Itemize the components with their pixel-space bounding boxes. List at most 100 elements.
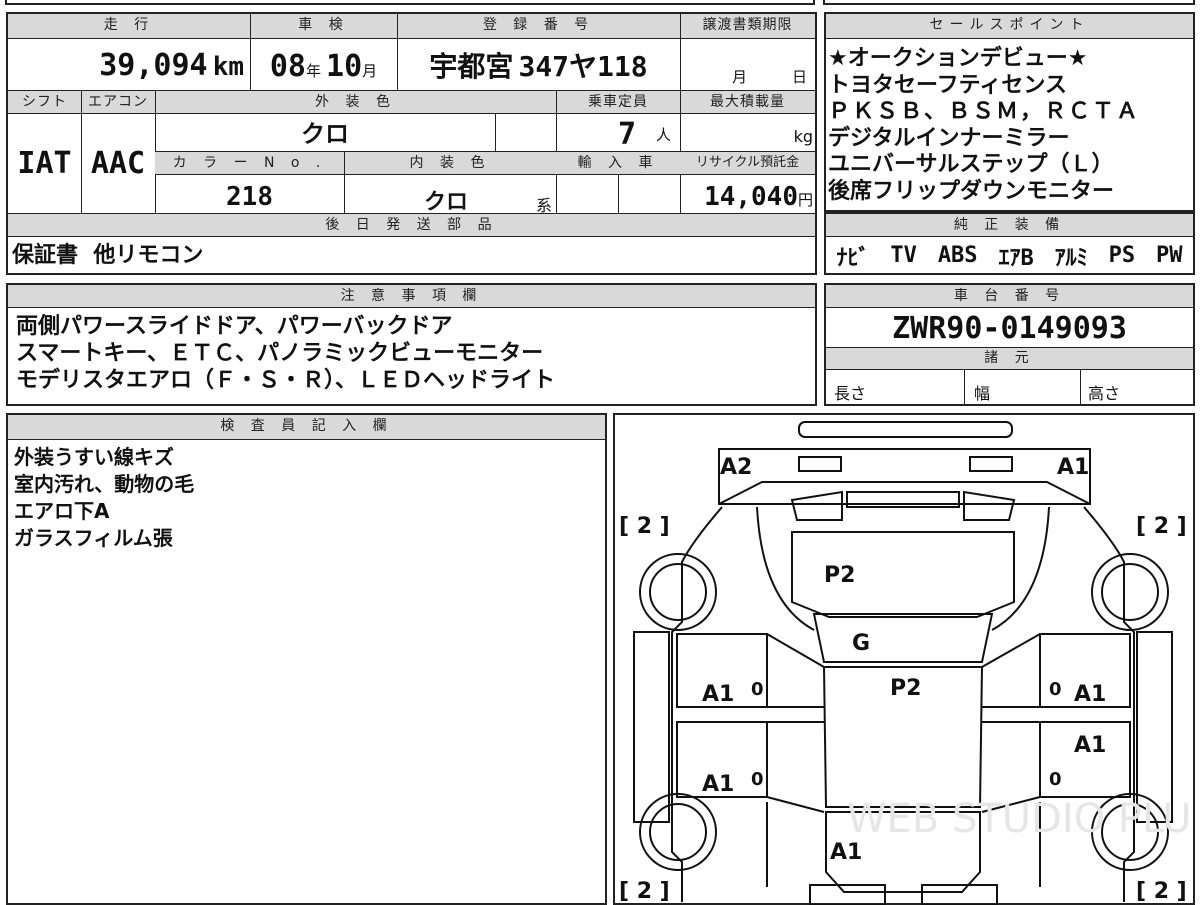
tire-mark: [ 2 ]: [1136, 514, 1187, 539]
sales-points-box: セールスポイント ★オークションデビュー★ トヨタセーフティセンス ＰＫＳＢ、Ｂ…: [824, 12, 1195, 212]
damage-mark: A1: [1057, 455, 1089, 480]
inspector-box: 検 査 員 記 入 欄 外装うすい線キズ 室内汚れ、動物の毛 エアロ下A ガラス…: [6, 413, 607, 905]
capacity-number: 7: [618, 117, 637, 152]
sales-point-line: デジタルインナーミラー: [828, 125, 1070, 151]
sales-point-line: ユニバーサルステップ（Ｌ）: [828, 152, 1114, 177]
damage-mark: A2: [720, 455, 752, 480]
aircon-header: エアコン: [81, 91, 155, 113]
equipment-item-airbag: ｴｱB: [998, 245, 1034, 271]
recycle-number: 14,040: [704, 182, 798, 212]
zero-mark: 0: [751, 679, 764, 700]
registration-value: 宇都宮 347ヤ118: [397, 40, 680, 88]
inspection-value: 08年 10月: [250, 40, 397, 88]
inspection-year: 08: [269, 49, 306, 84]
mileage-value: 39,094 km: [8, 40, 248, 88]
tire-mark: [ 2 ]: [1136, 879, 1187, 904]
import-header: 輸 入 車: [556, 152, 680, 174]
equipment-item-alloy: ｱﾙﾐ: [1054, 245, 1088, 271]
chassis-header: 車 台 番 号: [826, 285, 1193, 307]
damage-mark: A1: [830, 840, 862, 865]
note-line: 両側パワースライドドア、パワーバックドア: [16, 314, 453, 339]
vehicle-info-table: 走 行 車 検 登 録 番 号 譲渡書類期限 39,094 km 08年 10月…: [6, 12, 817, 275]
max-load-unit: kg: [793, 127, 813, 146]
shift-header: シフト: [8, 91, 81, 113]
damage-mark: A1: [702, 772, 734, 797]
damage-mark: A1: [1074, 682, 1106, 707]
capacity-value: 7 人: [556, 115, 680, 152]
recycle-unit: 円: [797, 191, 813, 209]
max-load-header: 最大積載量: [680, 91, 815, 113]
genuine-equipment-header: 純 正 装 備: [826, 214, 1193, 236]
inspector-list: 外装うすい線キズ 室内汚れ、動物の毛 エアロ下A ガラスフィルム張: [8, 442, 605, 554]
exterior-color-header: 外 装 色: [155, 91, 556, 113]
damage-mark: P2: [890, 676, 921, 701]
interior-color-text: クロ: [424, 190, 469, 215]
diagram-watermark: WEB STUDIO PLUS: [847, 796, 1193, 842]
zero-mark: 0: [1049, 769, 1062, 790]
zero-mark: 0: [1049, 679, 1062, 700]
note-line: モデリスタエアロ（Ｆ・Ｓ・Ｒ）、ＬＥＤヘッドライト: [16, 368, 556, 393]
car-diagram-box: WEB STUDIO PLUS A2 A1 P2 G P2 A1 A1 A1 A…: [613, 413, 1195, 905]
capacity-unit: 人: [656, 126, 672, 144]
top-cut-strip: [5, 0, 815, 5]
equipment-item-abs: ABS: [937, 243, 978, 268]
exterior-color-text: クロ: [301, 120, 349, 148]
transfer-deadline-value: 月 日: [680, 40, 815, 88]
color-no-header: カ ラ ー N o .: [155, 152, 344, 174]
chassis-number: ZWR90-0149093: [892, 311, 1127, 346]
damage-mark: G: [852, 631, 870, 656]
damage-mark: A1: [702, 682, 734, 707]
registration-city: 宇都宮: [429, 50, 514, 83]
transfer-day-unit: 日: [792, 68, 808, 86]
sales-point-line: ＰＫＳＢ、ＢＳＭ，ＲＣＴＡ: [828, 99, 1141, 124]
genuine-equipment-list: ﾅﾋﾞ TV ABS ｴｱB ｱﾙﾐ PS PW: [826, 238, 1193, 273]
interior-color-header: 内 装 色: [344, 152, 556, 174]
capacity-header: 乗車定員: [556, 91, 680, 113]
recycle-header: リサイクル預託金: [680, 152, 815, 174]
transfer-deadline-header: 譲渡書類期限: [680, 14, 815, 38]
mileage-header: 走 行: [8, 14, 250, 38]
shift-value: IAT: [17, 146, 72, 181]
sales-point-line: 後席フリップダウンモニター: [828, 178, 1115, 204]
registration-header: 登 録 番 号: [397, 14, 680, 38]
later-parts-value: 保証書 他リモコン: [12, 243, 204, 268]
top-cut-strip-right: [823, 0, 1195, 5]
length-label: 長さ: [834, 384, 867, 403]
sales-points-header: セールスポイント: [826, 14, 1193, 38]
note-line: スマートキー、ＥＴＣ、パノラミックビューモニター: [16, 341, 544, 366]
inspector-line: 室内汚れ、動物の毛: [14, 472, 195, 496]
equipment-item-tv: TV: [890, 243, 917, 268]
chassis-box: 車 台 番 号 ZWR90-0149093 諸 元 長さ 幅 高さ: [824, 283, 1195, 406]
interior-color-value: クロ 系: [344, 176, 556, 215]
sales-point-line: ★オークションデビュー★: [828, 46, 1088, 71]
notes-header: 注 意 事 項 欄: [8, 285, 815, 307]
damage-mark: P2: [824, 563, 855, 588]
mileage-unit: km: [212, 52, 244, 82]
registration-number: 347ヤ118: [518, 50, 648, 83]
inspector-header: 検 査 員 記 入 欄: [8, 415, 605, 439]
inspector-line: 外装うすい線キズ: [14, 445, 174, 469]
sales-points-list: ★オークションデビュー★ トヨタセーフティセンス ＰＫＳＢ、ＢＳＭ，ＲＣＴＡ デ…: [826, 40, 1193, 205]
inspector-line: ガラスフィルム張: [14, 526, 173, 550]
equipment-item-navi: ﾅﾋﾞ: [836, 245, 870, 271]
car-diagram: WEB STUDIO PLUS A2 A1 P2 G P2 A1 A1 A1 A…: [619, 421, 1193, 905]
recycle-value: 14,040円: [680, 176, 815, 213]
height-label: 高さ: [1088, 384, 1121, 403]
damage-mark: A1: [1074, 733, 1106, 758]
mileage-number: 39,094: [99, 48, 208, 83]
notes-box: 注 意 事 項 欄 両側パワースライドドア、パワーバックドア スマートキー、ＥＴ…: [6, 283, 817, 406]
sales-point-line: トヨタセーフティセンス: [828, 72, 1067, 98]
inspection-header: 車 検: [250, 14, 397, 38]
inspector-line: エアロ下A: [14, 499, 110, 523]
month-unit: 月: [362, 62, 378, 80]
zero-mark: 0: [751, 769, 764, 790]
aircon-value: AAC: [90, 146, 146, 181]
later-parts-header: 後 日 発 送 部 品: [8, 214, 815, 236]
width-label: 幅: [974, 384, 991, 403]
color-no-value: 218: [226, 182, 273, 212]
tire-mark: [ 2 ]: [619, 879, 670, 904]
genuine-equipment-box: 純 正 装 備 ﾅﾋﾞ TV ABS ｴｱB ｱﾙﾐ PS PW: [824, 212, 1195, 275]
inspection-month: 10: [326, 49, 363, 84]
transfer-month-unit: 月: [732, 68, 748, 86]
equipment-item-ps: PS: [1108, 243, 1136, 268]
